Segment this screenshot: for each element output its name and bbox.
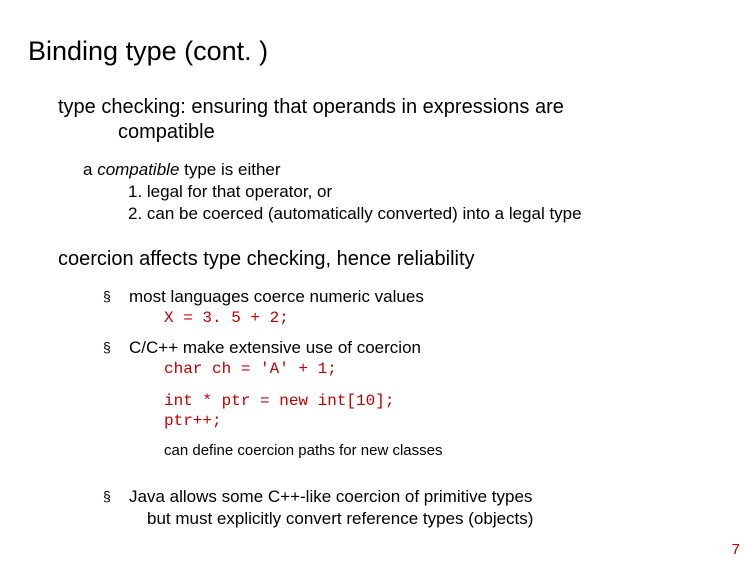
point-coercion: coercion affects type checking, hence re… bbox=[58, 247, 728, 272]
bullet-c-cpp: § C/C++ make extensive use of coercion bbox=[103, 337, 728, 359]
bullet-java: § Java allows some C++-like coercion of … bbox=[103, 486, 728, 530]
text: type checking: ensuring that operands in… bbox=[58, 96, 564, 118]
italic-text: compatible bbox=[97, 160, 179, 179]
text: compatible bbox=[118, 121, 215, 143]
bullet-icon: § bbox=[103, 486, 129, 530]
bullet-icon: § bbox=[103, 286, 129, 308]
slide: Binding type (cont. ) type checking: ens… bbox=[0, 0, 756, 576]
code-block: char ch = 'A' + 1; bbox=[164, 359, 728, 379]
code-block: ptr++; bbox=[164, 411, 728, 431]
text: but must explicitly convert reference ty… bbox=[147, 509, 533, 528]
ordered-item-2: 2. can be coerced (automatically convert… bbox=[128, 203, 728, 225]
compatible-type-def: a compatible type is either bbox=[83, 159, 728, 181]
slide-title: Binding type (cont. ) bbox=[28, 36, 728, 67]
note-text: can define coercion paths for new classe… bbox=[164, 441, 728, 461]
text: Java allows some C++-like coercion of pr… bbox=[129, 487, 532, 506]
bullet-most-languages: § most languages coerce numeric values bbox=[103, 286, 728, 308]
text: a bbox=[83, 160, 97, 179]
text: most languages coerce numeric values bbox=[129, 286, 424, 308]
code-block: X = 3. 5 + 2; bbox=[164, 308, 728, 328]
page-number: 7 bbox=[732, 541, 740, 558]
text: type is either bbox=[179, 160, 280, 179]
text: Java allows some C++-like coercion of pr… bbox=[129, 486, 533, 530]
code-block: int * ptr = new int[10]; bbox=[164, 391, 728, 411]
point-type-checking: type checking: ensuring that operands in… bbox=[58, 95, 728, 145]
bullet-icon: § bbox=[103, 337, 129, 359]
text: C/C++ make extensive use of coercion bbox=[129, 337, 421, 359]
ordered-item-1: 1. legal for that operator, or bbox=[128, 181, 728, 203]
